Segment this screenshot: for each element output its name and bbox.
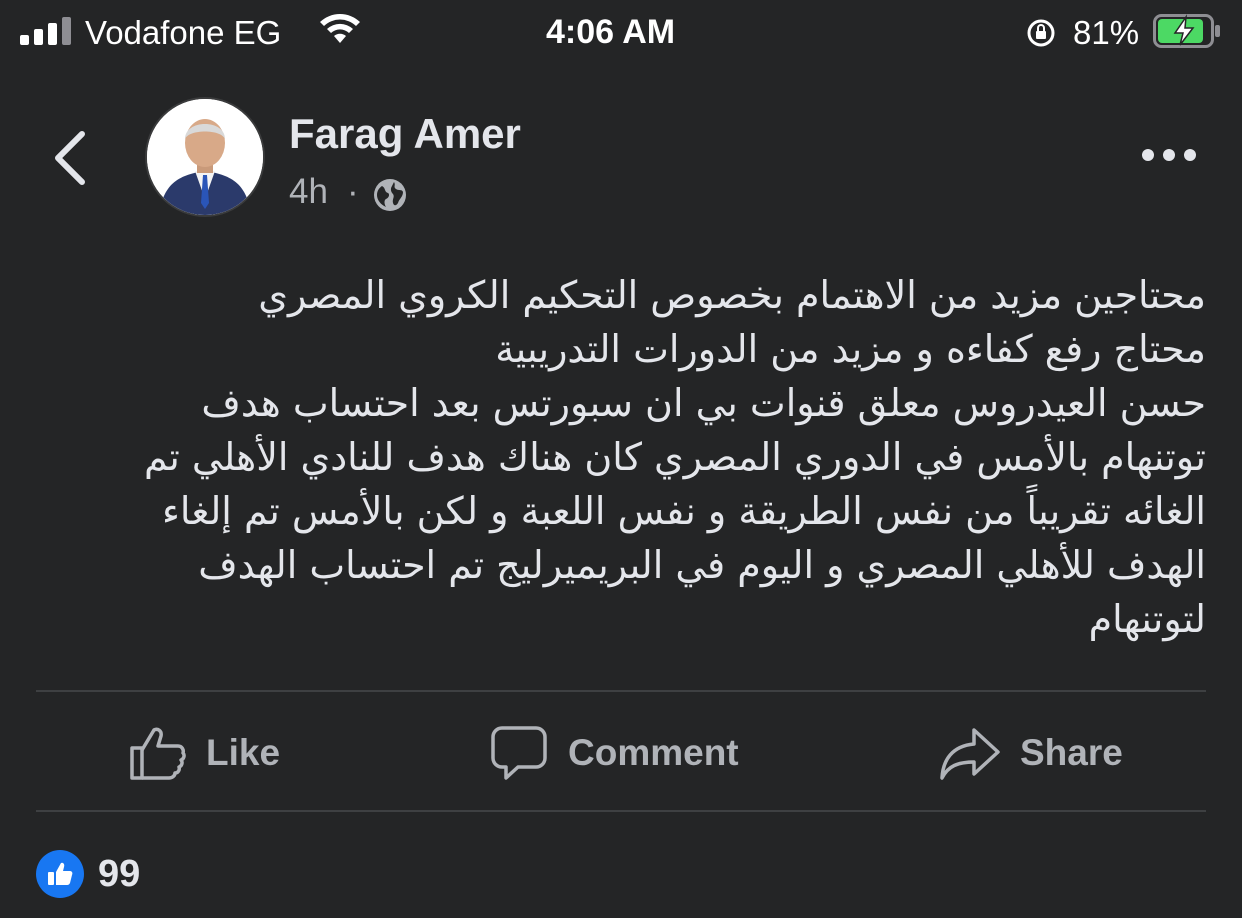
share-label: Share	[1020, 732, 1123, 773]
comment-label: Comment	[568, 732, 739, 773]
share-arrow-icon	[940, 728, 1000, 780]
post-line: حسن العيدروس معلق قنوات بي ان سبورتس بعد…	[201, 381, 1206, 425]
share-button[interactable]: Share	[938, 718, 1123, 788]
wifi-icon	[320, 13, 360, 43]
back-chevron-icon[interactable]	[52, 130, 88, 186]
like-label: Like	[206, 732, 281, 773]
author-name[interactable]: Farag Amer	[289, 110, 521, 158]
battery-percentage: 81%	[1073, 14, 1140, 51]
post-timestamp[interactable]: 4h	[289, 172, 328, 212]
post-line: توتنهام بالأمس في الدوري المصري كان هناك…	[143, 435, 1206, 479]
globe-icon	[374, 179, 406, 211]
reaction-count: 99	[98, 852, 141, 895]
battery-charging-icon	[1153, 14, 1220, 48]
post-line: الهدف للأهلي المصري و اليوم في البريميرل…	[198, 543, 1206, 587]
orientation-lock-icon	[1027, 19, 1055, 47]
more-options-icon[interactable]	[1140, 140, 1198, 170]
post-line: الغائه تقريباً من نفس الطريقة و نفس اللع…	[161, 489, 1206, 533]
clock-time: 4:06 AM	[546, 13, 676, 51]
reaction-summary[interactable]: 99	[36, 850, 140, 898]
cellular-signal-icon	[20, 17, 72, 45]
carrier-name: Vodafone EG	[85, 14, 282, 51]
post-body: محتاجين مزيد من الاهتمام بخصوص التحكيم ا…	[36, 268, 1206, 646]
post-line: محتاج رفع كفاءه و مزيد من الدورات التدري…	[495, 327, 1206, 371]
comment-button[interactable]: Comment	[488, 718, 739, 788]
post-line: محتاجين مزيد من الاهتمام بخصوص التحكيم ا…	[258, 273, 1206, 317]
divider	[36, 810, 1206, 812]
thumbs-up-outline-icon	[130, 727, 186, 780]
post-line: لتوتنهام	[1088, 597, 1206, 641]
like-button[interactable]: Like	[126, 718, 280, 788]
author-avatar[interactable]	[145, 97, 265, 217]
divider	[36, 690, 1206, 692]
thumbs-up-icon	[36, 850, 84, 898]
comment-bubble-icon	[491, 726, 547, 780]
meta-separator: ·	[347, 172, 359, 211]
